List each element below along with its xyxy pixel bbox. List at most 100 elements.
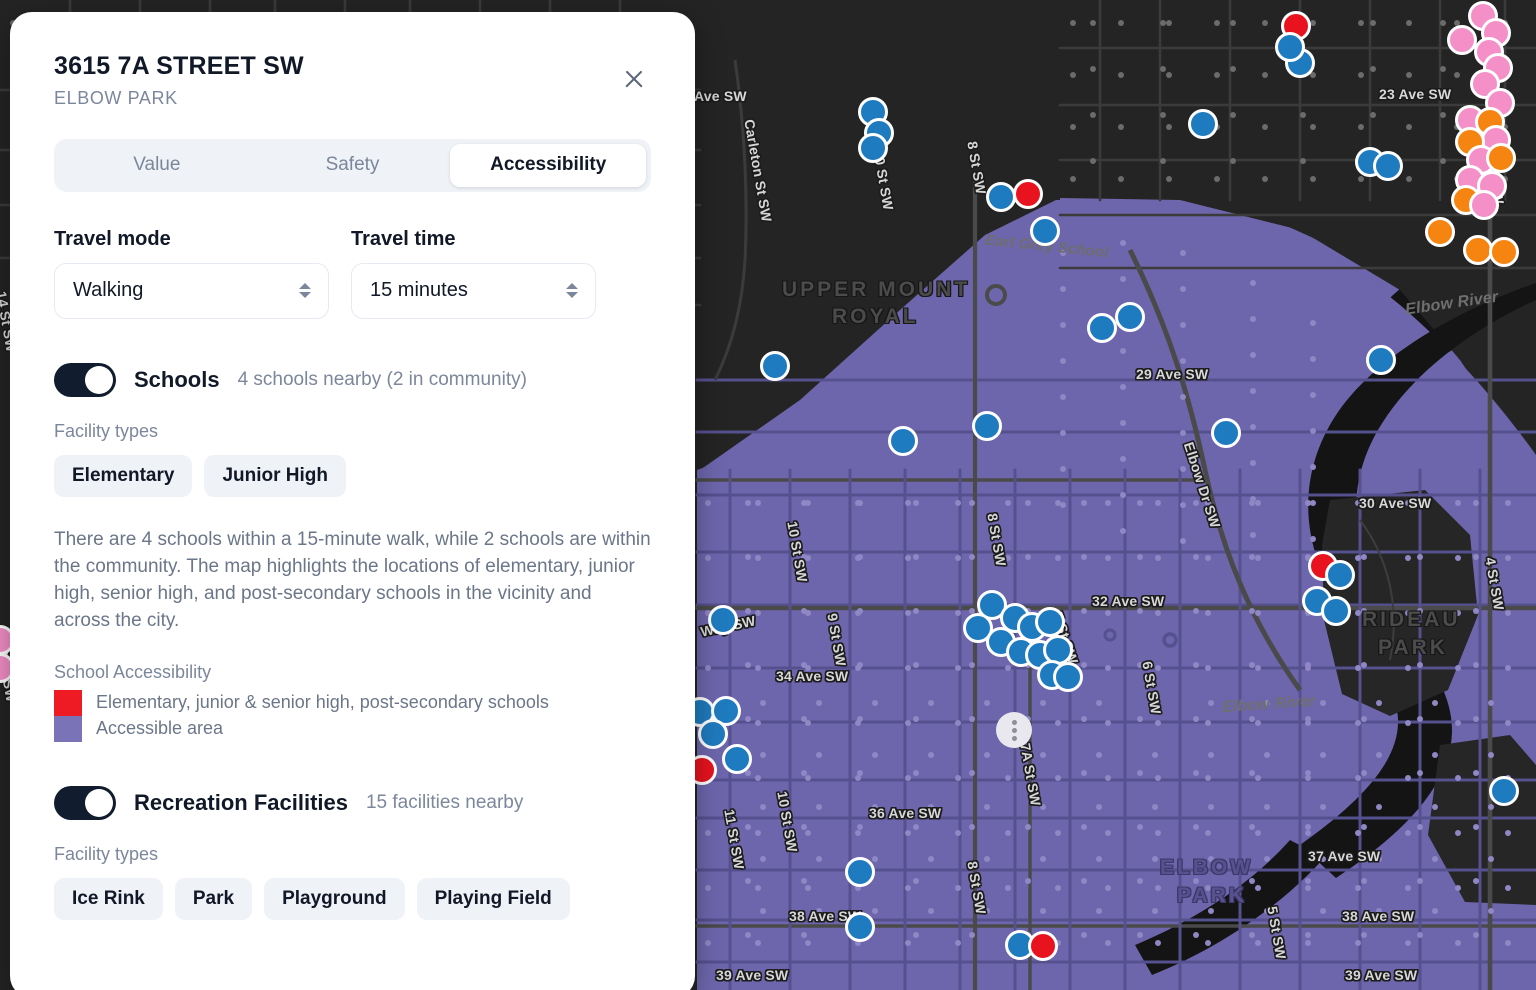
legend-item: Elementary, junior & senior high, post-s… [54,689,651,716]
map-pin-blue[interactable] [858,133,888,163]
map-street-label: PARK [1378,636,1448,659]
map-pin-blue[interactable] [972,411,1002,441]
sidewalk-dot-row [1180,250,1186,544]
map-pin-blue[interactable] [1115,302,1145,332]
map-pin-blue[interactable] [1366,345,1396,375]
sidewalk-dot-row [1040,700,1046,914]
travel-time-label: Travel time [351,227,456,250]
map-pin-blue[interactable] [1188,109,1218,139]
sidewalk-dot-row [1376,700,1382,914]
map-pin-orange[interactable] [1425,217,1455,247]
sidewalk-dot-row [1417,500,1423,938]
map-pin-red[interactable] [1013,179,1043,209]
dot [1011,735,1017,741]
map-street-label: UPPER MOUNT [782,278,971,301]
chevron-updown-icon [565,283,579,299]
sidewalk-dot-row [1488,700,1494,914]
map-street-label: PARK [1177,884,1247,907]
tab-safety[interactable]: Safety [255,144,451,187]
map-pin-blue[interactable] [1321,596,1351,626]
legend-swatch [54,715,82,742]
property-detail-panel: 3615 7A STREET SW ELBOW PARK Value Safety… [10,12,695,990]
sidewalk-dot-row [760,700,766,914]
schools-description: There are 4 schools within a 15-minute w… [54,528,651,631]
legend-swatch [54,689,82,716]
map-street-label: 38 Ave SW [1342,908,1415,924]
dot [1011,719,1017,725]
map-pin-blue[interactable] [845,857,875,887]
map-pin-orange[interactable] [1489,237,1519,267]
chip-elementary[interactable]: Elementary [54,454,193,497]
sidewalk-dot-row [705,885,1536,891]
chip-playground[interactable]: Playground [264,877,405,920]
map-street-label: ELBOW [1160,856,1254,879]
map-street-label: 32 Ave SW [1092,593,1165,609]
chevron-updown-icon [298,283,312,299]
tab-value[interactable]: Value [59,144,255,187]
chip-ice-rink[interactable]: Ice Rink [54,877,163,920]
recreation-facility-types-label: Facility types [54,843,159,864]
community-subtitle: ELBOW PARK [54,87,178,108]
sidewalk-dot-row [1070,176,1508,182]
map-pin-pink[interactable] [1447,25,1477,55]
map-pin-blue[interactable] [1053,662,1083,692]
map-street-label: 36 Ave SW [869,805,942,821]
schools-section-header: Schools 4 schools nearby (2 in community… [54,362,651,397]
schools-legend: Elementary, junior & senior high, post-s… [54,689,651,742]
chip-junior-high[interactable]: Junior High [204,454,347,497]
sidewalk-dot-row [1250,280,1256,538]
legend-label: Accessible area [96,718,224,739]
map-pin-blue[interactable] [1373,151,1403,181]
recreation-section-header: Recreation Facilities 15 facilities near… [54,785,651,820]
sidewalk-dot-row [816,700,822,914]
schools-legend-title: School Accessibility [54,661,212,682]
sidewalk-dot-row [1160,20,1166,164]
app-root: Ave SW 23 Ave SW 29 Ave SW 30 Ave SW 32 Ave … [0,0,1536,990]
map-pin-blue[interactable] [1275,32,1305,62]
sidewalk-dot-row [705,555,1536,561]
tab-accessibility[interactable]: Accessibility [450,143,647,187]
panel-header: 3615 7A STREET SW ELBOW PARK [54,52,651,109]
travel-time-value: 15 minutes [370,279,468,302]
close-icon[interactable] [617,62,651,96]
toggle-knob [85,788,113,817]
schools-facility-chips[interactable]: Elementary Junior High [54,454,651,497]
schools-toggle[interactable] [54,362,116,397]
map-pin-orange[interactable] [1486,143,1516,173]
sidewalk-dot-row [1137,500,1143,938]
selected-property-marker[interactable] [996,712,1032,748]
map-pin-blue[interactable] [722,744,752,774]
tab-bar[interactable]: Value Safety Accessibility [54,138,651,192]
sidewalk-dot-row [1060,250,1066,508]
sidewalk-dot-row [1361,500,1367,938]
map-pin-red[interactable] [1028,931,1058,961]
map-pin-blue[interactable] [708,605,738,635]
map-pin-blue[interactable] [1325,560,1355,590]
map-pin-blue[interactable] [986,182,1016,212]
map-pin-blue[interactable] [1087,313,1117,343]
recreation-facility-chips[interactable]: Ice Rink Park Playground Playing Field [54,877,651,920]
sidewalk-dot-row [1120,240,1126,534]
recreation-toggle[interactable] [54,785,116,820]
map-pin-blue[interactable] [845,912,875,942]
map-pin-blue[interactable] [1211,418,1241,448]
map-pin-blue[interactable] [1489,776,1519,806]
sidewalk-dot-row [1081,500,1087,938]
sidewalk-dot-row [1090,20,1096,164]
map-pin-blue[interactable] [888,426,918,456]
map-pin-blue[interactable] [1030,216,1060,246]
map-pin-pink[interactable] [1469,190,1499,220]
sidewalk-dot-row [1473,500,1479,938]
map-pin-blue[interactable] [1035,607,1065,637]
map-pin-blue[interactable] [760,351,790,381]
chip-park[interactable]: Park [174,877,253,920]
sidewalk-dot-row [1096,700,1102,914]
map-pin-blue[interactable] [698,719,728,749]
travel-time-select[interactable]: 15 minutes [351,262,596,319]
schools-title: Schools [134,366,220,392]
travel-mode-select[interactable]: Walking [54,262,329,319]
chip-playing-field[interactable]: Playing Field [416,877,570,920]
recreation-title: Recreation Facilities [134,789,348,815]
sidewalk-dot-row [1152,700,1158,914]
sidewalk-dot-row [705,940,1536,946]
